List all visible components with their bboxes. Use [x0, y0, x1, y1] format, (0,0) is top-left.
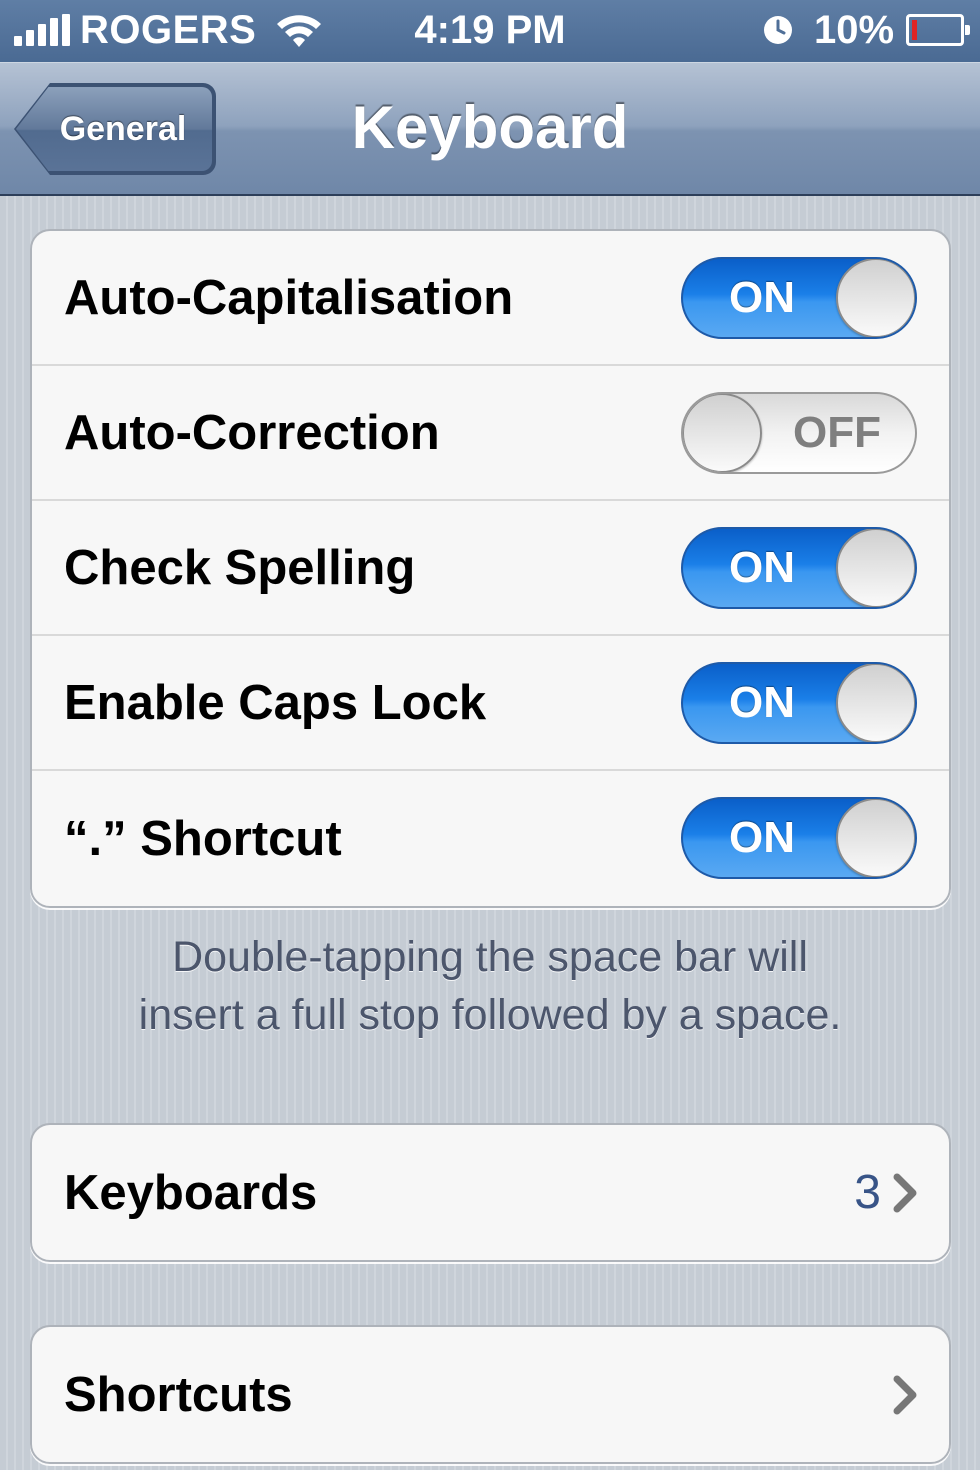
- battery-percent: 10%: [814, 8, 895, 52]
- setting-row-auto-capitalisation: Auto-Capitalisation ON: [32, 231, 949, 366]
- toggle-state-text: ON: [729, 813, 795, 862]
- auto-capitalisation-toggle[interactable]: ON: [681, 257, 917, 339]
- shortcuts-label: Shortcuts: [64, 1367, 293, 1422]
- period-shortcut-toggle[interactable]: ON: [681, 797, 917, 879]
- keyboards-group: Keyboards 3: [30, 1123, 951, 1262]
- battery-icon: [906, 14, 970, 46]
- enable-caps-lock-toggle[interactable]: ON: [681, 662, 917, 744]
- toggle-knob: [836, 529, 915, 607]
- page-title: Keyboard: [351, 94, 629, 161]
- footer-note-line: Double-tapping the space bar will: [172, 933, 808, 981]
- setting-row-check-spelling: Check Spelling ON: [32, 501, 949, 636]
- setting-label: “.” Shortcut: [64, 811, 342, 866]
- toggle-state-text: OFF: [793, 408, 881, 457]
- shortcuts-row[interactable]: Shortcuts: [32, 1327, 949, 1462]
- keyboards-label: Keyboards: [64, 1165, 318, 1220]
- battery-level-fill: [912, 20, 917, 40]
- setting-row-auto-correction: Auto-Correction OFF: [32, 366, 949, 501]
- check-spelling-toggle[interactable]: ON: [681, 527, 917, 609]
- keyboards-row[interactable]: Keyboards 3: [32, 1125, 949, 1260]
- toggle-knob: [836, 799, 915, 877]
- setting-label: Auto-Capitalisation: [64, 270, 514, 325]
- setting-label: Enable Caps Lock: [64, 675, 487, 730]
- setting-row-enable-caps-lock: Enable Caps Lock ON: [32, 636, 949, 771]
- toggle-state-text: ON: [729, 543, 795, 592]
- chevron-right-icon: [893, 1173, 917, 1212]
- toggle-knob: [836, 259, 915, 337]
- chevron-right-icon: [893, 1375, 917, 1414]
- footer-note-line: insert a full stop followed by a space.: [138, 991, 842, 1039]
- auto-correction-toggle[interactable]: OFF: [681, 392, 917, 474]
- toggle-state-text: ON: [729, 273, 795, 322]
- navigation-bar: General Keyboard: [0, 62, 980, 196]
- setting-label: Check Spelling: [64, 540, 416, 595]
- section-footer-note: Double-tapping the space bar will insert…: [60, 928, 920, 1044]
- toggle-knob: [836, 664, 915, 742]
- setting-label: Auto-Correction: [64, 405, 440, 460]
- toggle-state-text: ON: [729, 678, 795, 727]
- status-bar: ROGERS 4:19 PM 10%: [0, 0, 980, 62]
- shortcuts-group: Shortcuts: [30, 1325, 951, 1464]
- keyboards-count: 3: [854, 1166, 881, 1219]
- setting-row-period-shortcut: “.” Shortcut ON: [32, 771, 949, 906]
- toggle-knob: [683, 394, 762, 472]
- keyboard-toggles-group: Auto-Capitalisation ON Auto-Correction O…: [30, 229, 951, 908]
- alarm-icon: [764, 16, 792, 44]
